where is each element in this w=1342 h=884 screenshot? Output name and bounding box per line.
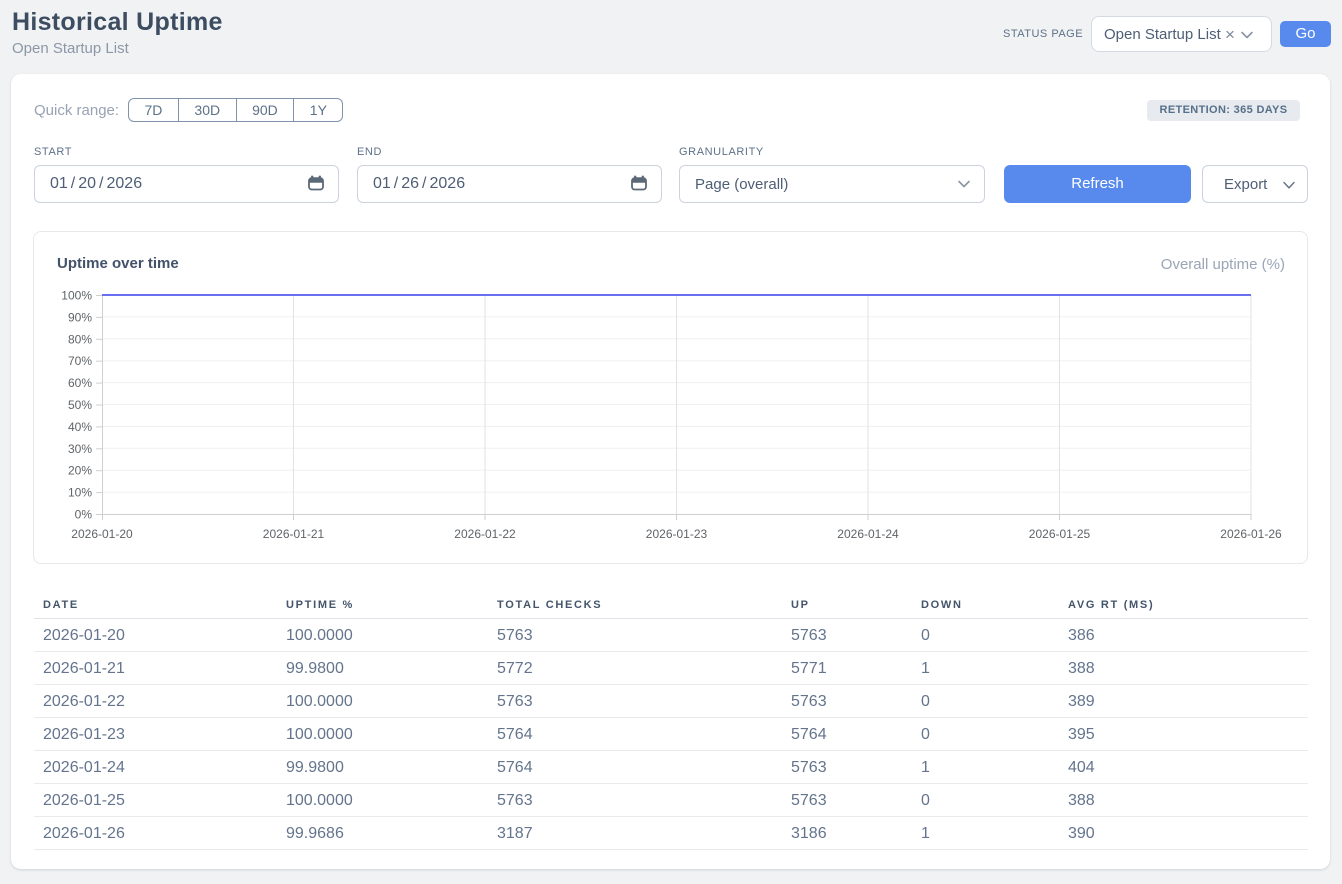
svg-text:90%: 90% <box>68 310 92 324</box>
svg-text:10%: 10% <box>68 486 92 500</box>
svg-text:0%: 0% <box>75 508 93 522</box>
svg-text:2026-01-22: 2026-01-22 <box>454 527 516 541</box>
svg-text:100%: 100% <box>61 289 92 303</box>
svg-text:2026-01-20: 2026-01-20 <box>71 527 133 541</box>
svg-text:2026-01-25: 2026-01-25 <box>1029 527 1091 541</box>
svg-text:40%: 40% <box>68 420 92 434</box>
svg-text:20%: 20% <box>68 464 92 478</box>
svg-text:2026-01-24: 2026-01-24 <box>837 527 899 541</box>
svg-text:50%: 50% <box>68 398 92 412</box>
svg-text:2026-01-23: 2026-01-23 <box>646 527 708 541</box>
svg-text:2026-01-21: 2026-01-21 <box>263 527 325 541</box>
svg-text:80%: 80% <box>68 332 92 346</box>
svg-text:30%: 30% <box>68 442 92 456</box>
svg-text:2026-01-26: 2026-01-26 <box>1220 527 1282 541</box>
svg-text:70%: 70% <box>68 354 92 368</box>
svg-text:60%: 60% <box>68 376 92 390</box>
